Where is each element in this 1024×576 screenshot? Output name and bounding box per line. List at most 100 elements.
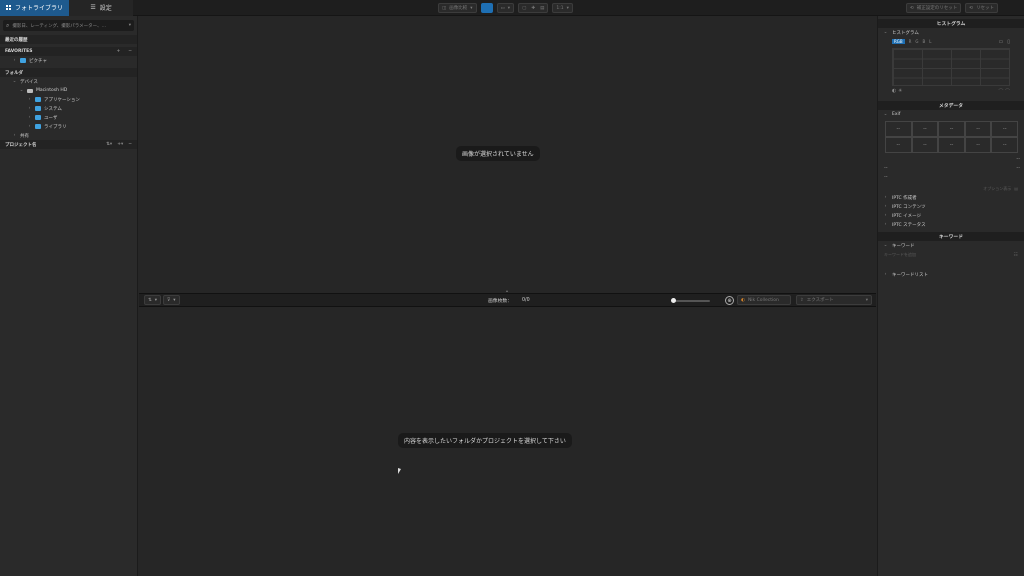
image-browser-area[interactable]: 内容を表示したいフォルダかプロジェクトを選択して下さい — [139, 307, 876, 576]
keyword-section-header[interactable]: ⌄ キーワード — [878, 241, 1024, 250]
minus-icon[interactable]: − — [128, 49, 132, 54]
tree-item-users[interactable]: › ユーザ — [0, 113, 137, 122]
histogram-section-header[interactable]: ⌄ ヒストグラム — [878, 28, 1024, 37]
keyword-input[interactable]: キーワードを追加 — [884, 252, 916, 258]
tree-item-devices[interactable]: ⌄ デバイス — [0, 77, 137, 86]
sort-button[interactable]: ⇅ ▾ — [144, 295, 162, 305]
export-icon: ⇪ — [800, 297, 804, 303]
chevron-right-icon: › — [884, 204, 887, 209]
chevron-right-icon[interactable]: › — [27, 106, 32, 111]
nik-collection-button[interactable]: ◐ Nik Collection — [737, 295, 791, 305]
add-icon[interactable]: + — [116, 49, 120, 54]
exif-grid: -- -- -- -- -- -- -- -- -- -- — [885, 121, 1018, 153]
layout-icon[interactable]: ▯ — [1007, 39, 1010, 45]
slider-knob[interactable] — [671, 298, 676, 303]
thumbnail-size-slider[interactable] — [671, 298, 710, 303]
exif-details: -- -- -- -- — [884, 156, 1020, 180]
export-button[interactable]: ⇪ エクスポート ▾ — [796, 295, 872, 305]
chevron-right-icon[interactable]: › — [12, 133, 17, 138]
keyword-list-section[interactable]: › キーワードリスト — [878, 270, 1024, 279]
keyword-list-icon[interactable]: ☷ — [1014, 252, 1018, 258]
reset-button[interactable]: ⟲ リセット — [965, 3, 999, 13]
chevron-down-icon[interactable]: ⌄ — [12, 79, 17, 84]
chevron-down-icon[interactable]: ▾ — [129, 23, 131, 28]
tree-item-macintosh-hd[interactable]: ⌄ Macintosh HD — [0, 86, 137, 95]
folder-icon — [35, 106, 41, 111]
tree-item-applications[interactable]: › アプリケーション — [0, 95, 137, 104]
sort-icon[interactable]: ⇅▾ — [106, 142, 112, 147]
chevron-down-icon: ▾ — [154, 297, 158, 303]
exif-section-header[interactable]: ⌄ Exif — [878, 110, 1024, 119]
histogram-mode-selector: RGB R G B L ▭ ▯ — [878, 37, 1024, 46]
browser-toolbar: ⇅ ▾ ⊽ ▾ 画像枚数： 0/0 ⊕ ◐ Nik Collection ⇪ エ… — [139, 293, 876, 307]
compare-button[interactable]: ◫ 画像比較 ▾ — [438, 3, 477, 13]
mode-b[interactable]: B — [923, 39, 926, 44]
keyword-panel-header[interactable]: キーワード — [878, 232, 1024, 241]
chevron-right-icon[interactable]: › — [27, 97, 32, 102]
filter-icon: ⊽ — [167, 297, 171, 303]
tab-label: 設定 — [99, 5, 112, 12]
folder-icon — [35, 97, 41, 102]
chevron-down-icon[interactable]: ⌄ — [19, 88, 24, 93]
search-input[interactable]: 撮影日、レーティング、撮影パラメーター、… — [12, 23, 125, 29]
reset-controls: ⟲ 補正設定のリセット ⟲ リセット — [906, 3, 999, 13]
tab-settings[interactable]: ☰ 設定 — [69, 0, 134, 16]
loupe-icon: ▤ — [540, 5, 545, 11]
folder-icon — [35, 124, 41, 129]
chevron-down-icon: ⌄ — [883, 30, 888, 35]
no-image-message: 画像が選択されていません — [456, 146, 540, 161]
iptc-creator-section[interactable]: › IPTC 作成者 — [878, 193, 1024, 202]
image-preview-area[interactable]: 画像が選択されていません ▴ — [139, 16, 876, 293]
right-panel: ヒストグラム ⌄ ヒストグラム RGB R G B L ▭ ▯ ◐ ☀ ⌒ ⌒ … — [877, 16, 1024, 576]
move-icon: ✚ — [531, 5, 536, 11]
metadata-panel-header[interactable]: メタデータ — [878, 101, 1024, 110]
single-view-button[interactable] — [480, 3, 493, 13]
mode-rgb[interactable]: RGB — [892, 39, 905, 44]
layout-icon: ▭ — [500, 5, 505, 11]
chevron-right-icon: › — [884, 272, 887, 277]
filter-button[interactable]: ⊽ ▾ — [163, 295, 180, 305]
iptc-content-section[interactable]: › IPTC コンテンツ — [878, 202, 1024, 211]
search-icon: ⌕ — [6, 21, 10, 29]
chevron-down-icon: ▾ — [173, 297, 176, 303]
mode-l[interactable]: L — [929, 39, 931, 44]
clipping-highlight-icon[interactable]: ⌒ ⌒ — [998, 88, 1010, 95]
histogram-panel-header[interactable]: ヒストグラム — [878, 19, 1024, 28]
tab-photo-library[interactable]: フォトライブラリ — [0, 0, 70, 16]
monitor-icon[interactable]: ▭ — [999, 39, 1004, 45]
tree-item-library[interactable]: › ライブラリ — [0, 122, 137, 131]
browser-empty-message: 内容を表示したいフォルダかプロジェクトを選択して下さい — [398, 433, 572, 448]
chevron-right-icon: › — [884, 195, 887, 200]
chevron-right-icon[interactable]: › — [27, 115, 32, 120]
mode-g[interactable]: G — [915, 39, 918, 44]
clipping-shadow-icon[interactable]: ◐ ☀ — [892, 88, 902, 94]
iptc-image-section[interactable]: › IPTC イメージ — [878, 211, 1024, 220]
chevron-right-icon[interactable]: › — [12, 58, 17, 63]
minus-icon[interactable]: − — [128, 142, 132, 147]
tree-item-system[interactable]: › システム — [0, 104, 137, 113]
option-display[interactable]: オプション表示 ▤ — [878, 184, 1024, 193]
search-field[interactable]: ⌕ 撮影日、レーティング、撮影パラメーター、… ▾ — [3, 20, 134, 31]
chevron-right-icon[interactable]: › — [27, 124, 32, 129]
options-icon: ▤ — [1014, 186, 1018, 191]
favorites-header[interactable]: FAVORITES + − — [0, 47, 137, 56]
chevron-right-icon: › — [884, 222, 887, 227]
reset-settings-button[interactable]: ⟲ 補正設定のリセット — [906, 3, 962, 13]
layout-button[interactable]: ▭ ▾ — [496, 3, 515, 13]
tree-item-pictures[interactable]: › ピクチャ — [0, 56, 137, 65]
mode-r[interactable]: R — [909, 39, 912, 44]
folder-icon — [35, 115, 41, 120]
grid-icon — [6, 5, 11, 10]
left-panel: ⌕ 撮影日、レーティング、撮影パラメーター、… ▾ 最近の履歴 FAVORITE… — [0, 16, 138, 576]
tools-button[interactable]: ▢ ✚ ▤ — [518, 3, 549, 13]
hard-disk-icon — [27, 88, 33, 93]
recent-history-header[interactable]: 最近の履歴 — [0, 35, 137, 44]
folders-header[interactable]: フォルダ — [0, 68, 137, 77]
iptc-status-section[interactable]: › IPTC ステータス — [878, 220, 1024, 229]
zoom-button[interactable]: 1:1 ▾ — [552, 3, 573, 13]
metadata-toggle-icon[interactable]: ⊕ — [725, 296, 734, 305]
tree-item-shared[interactable]: › 共有 — [0, 131, 137, 140]
projects-header[interactable]: プロジェクト名 ⇅▾ +▾ − — [0, 140, 137, 149]
add-icon[interactable]: +▾ — [117, 142, 123, 147]
chevron-down-icon: ▾ — [865, 297, 868, 303]
